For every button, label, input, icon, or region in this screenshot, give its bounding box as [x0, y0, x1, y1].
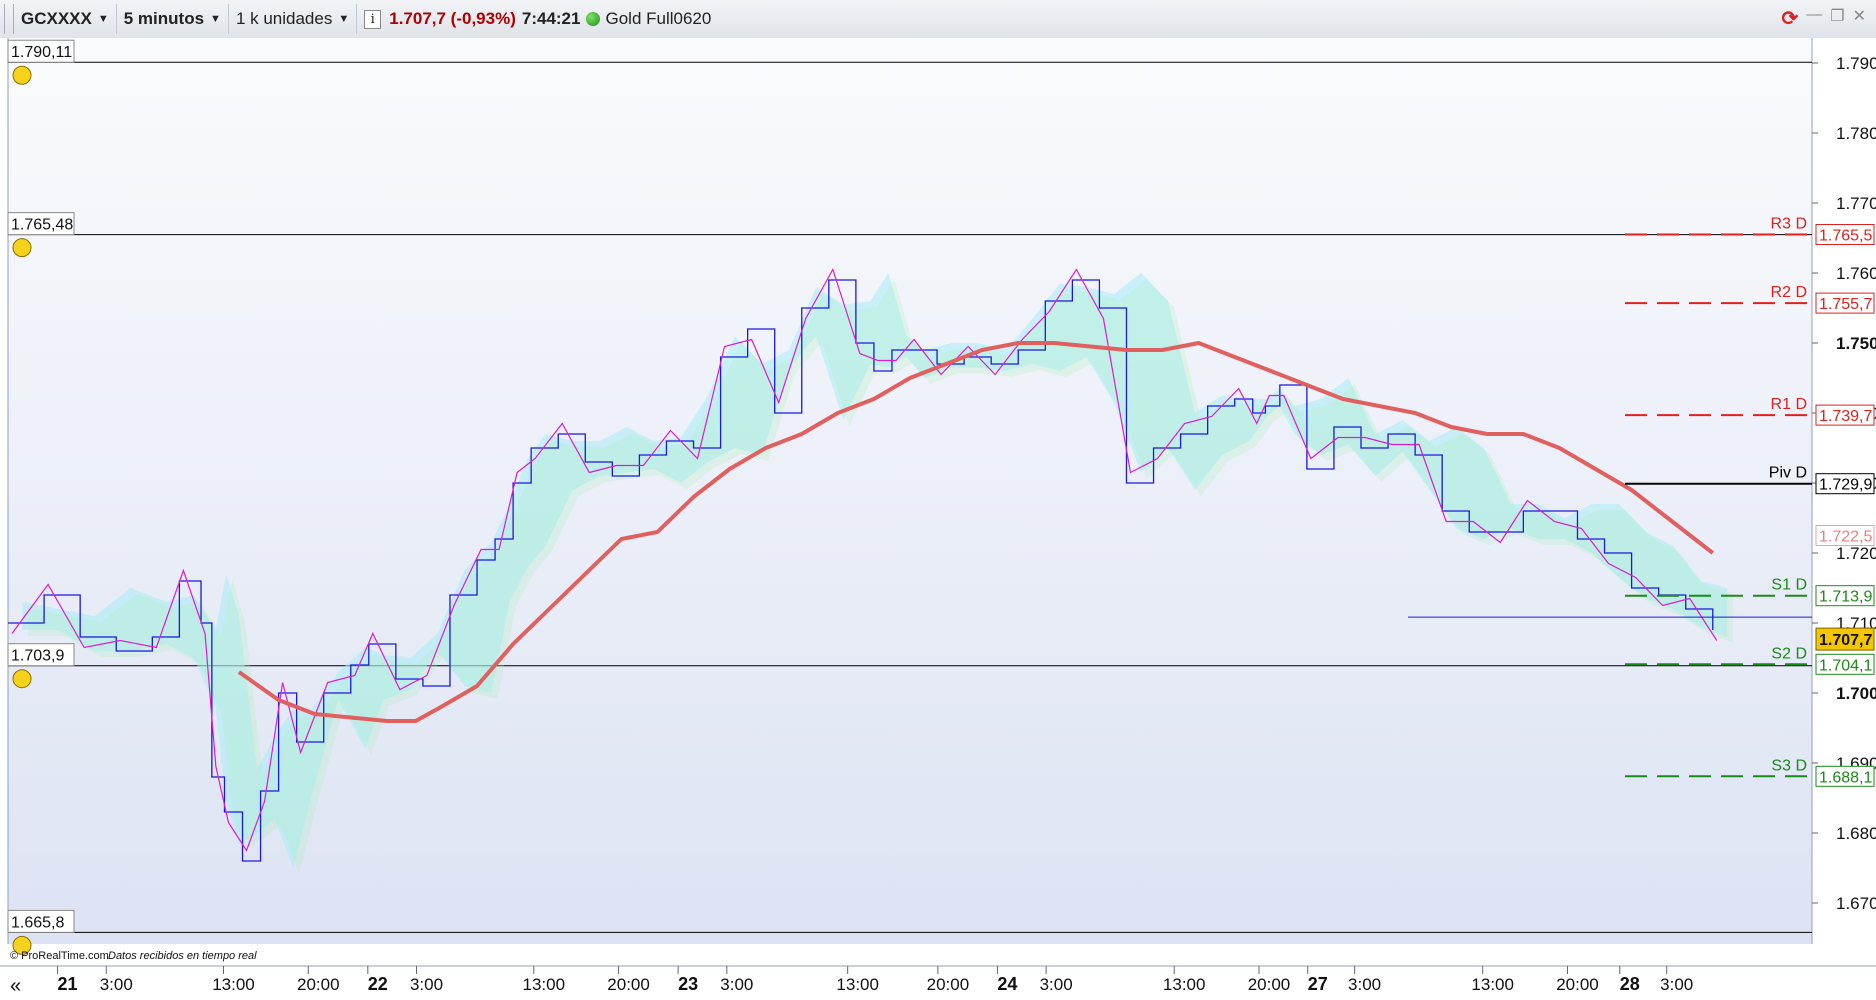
- timeframe-selector[interactable]: 5 minutos ▼: [117, 4, 229, 34]
- x-tick-label: 27: [1308, 974, 1328, 994]
- close-icon[interactable]: ✕: [1853, 6, 1866, 31]
- scroll-left-button[interactable]: «: [10, 975, 21, 997]
- x-tick-label: 21: [58, 974, 78, 994]
- x-tick-label: 22: [368, 974, 388, 994]
- y-tick-label: 1.700: [1836, 684, 1876, 703]
- pivot-price-label: 1.704,1: [1819, 657, 1872, 674]
- pivot-price-label: 1.739,7: [1819, 408, 1872, 425]
- pivot-price-label: 1.765,5: [1819, 228, 1872, 245]
- pivot-level-name: S1 D: [1771, 577, 1807, 594]
- connection-status-icon: [586, 12, 601, 26]
- x-tick-label: 3:00: [720, 975, 753, 994]
- chart-toolbar: GCXXXX ▼ 5 minutos ▼ 1 k unidades ▼ i 1.…: [0, 0, 1876, 39]
- timeframe-label: 5 minutos: [123, 9, 205, 28]
- y-tick-label: 1.760: [1836, 264, 1876, 283]
- alert-label: 1.665,8: [11, 914, 64, 931]
- x-tick-label: 13:00: [1471, 975, 1514, 994]
- pivot-price-label: 1.755,7: [1819, 296, 1872, 313]
- x-tick-label: 28: [1620, 974, 1640, 994]
- alert-label: 1.765,48: [11, 217, 73, 234]
- pivot-level-name: Piv D: [1769, 465, 1807, 482]
- bell-icon[interactable]: [12, 669, 32, 689]
- price-chart[interactable]: 1.7901.7801.7701.7601.7501.7401.7301.720…: [0, 38, 1876, 1000]
- last-update-time: 7:44:21: [521, 9, 581, 28]
- window-controls: ⟳ — ❐ ✕: [1781, 6, 1866, 31]
- pivot-level-name: S3 D: [1771, 757, 1807, 774]
- x-tick-label: 13:00: [836, 975, 879, 994]
- x-tick-label: 20:00: [297, 975, 340, 994]
- x-tick-label: 20:00: [607, 975, 650, 994]
- extra-price-label: 1.722,5: [1819, 529, 1872, 546]
- chevron-down-icon: ▼: [338, 13, 350, 25]
- alert-label: 1.790,11: [11, 44, 72, 61]
- x-tick-label: 20:00: [1248, 975, 1291, 994]
- x-tick-label: 13:00: [1163, 975, 1206, 994]
- x-tick-label: 3:00: [1660, 975, 1693, 994]
- x-tick-label: 3:00: [100, 975, 133, 994]
- sync-icon[interactable]: ⟳: [1781, 6, 1798, 31]
- pivot-level-name: R3 D: [1771, 216, 1807, 233]
- x-tick-label: 3:00: [1040, 975, 1073, 994]
- pivot-price-label: 1.713,9: [1819, 589, 1872, 606]
- toolbar-grip[interactable]: [4, 4, 14, 34]
- minimize-icon[interactable]: —: [1806, 6, 1822, 31]
- pivot-level-name: R1 D: [1771, 396, 1807, 413]
- alert-label: 1.703,9: [11, 648, 64, 665]
- restore-icon[interactable]: ❐: [1830, 6, 1844, 31]
- x-tick-label: 13:00: [523, 975, 566, 994]
- info-icon[interactable]: i: [364, 9, 382, 29]
- bell-icon[interactable]: [12, 65, 32, 85]
- pivot-level-name: R2 D: [1771, 284, 1807, 301]
- last-price-change: 1.707,7 (-0,93%): [389, 9, 516, 28]
- units-selector[interactable]: 1 k unidades ▼: [229, 4, 358, 34]
- copyright-text: © ProRealTime.com: [10, 950, 109, 962]
- x-tick-label: 24: [997, 974, 1017, 994]
- y-tick-label: 1.750: [1836, 334, 1876, 353]
- y-tick-label: 1.680: [1836, 824, 1876, 843]
- y-tick-label: 1.790: [1836, 54, 1876, 73]
- x-tick-label: 23: [678, 974, 698, 994]
- y-tick-label: 1.670: [1836, 894, 1876, 913]
- instrument-name: Gold Full0620: [605, 9, 712, 28]
- last-price-label: 1.707,7: [1819, 632, 1872, 649]
- symbol-selector[interactable]: GCXXXX ▼: [14, 4, 117, 34]
- realtime-note: Datos recibidos en tiempo real: [108, 950, 257, 962]
- pivot-price-label: 1.688,1: [1819, 769, 1872, 786]
- y-tick-label: 1.770: [1836, 194, 1876, 213]
- price-info: i 1.707,7 (-0,93%) 7:44:21 Gold Full0620: [357, 4, 718, 34]
- x-tick-label: 3:00: [410, 975, 443, 994]
- units-label: 1 k unidades: [235, 9, 333, 28]
- x-tick-label: 20:00: [1556, 975, 1599, 994]
- y-tick-label: 1.720: [1836, 544, 1876, 563]
- pivot-level-name: S2 D: [1771, 645, 1807, 662]
- chevron-down-icon: ▼: [97, 13, 109, 25]
- x-tick-label: 13:00: [212, 975, 255, 994]
- pivot-price-label: 1.729,9: [1819, 477, 1872, 494]
- x-tick-label: 20:00: [927, 975, 970, 994]
- symbol-label: GCXXXX: [21, 9, 92, 28]
- y-tick-label: 1.780: [1836, 124, 1876, 143]
- chevron-down-icon: ▼: [210, 13, 221, 25]
- bell-icon[interactable]: [12, 238, 32, 258]
- x-tick-label: 3:00: [1348, 975, 1381, 994]
